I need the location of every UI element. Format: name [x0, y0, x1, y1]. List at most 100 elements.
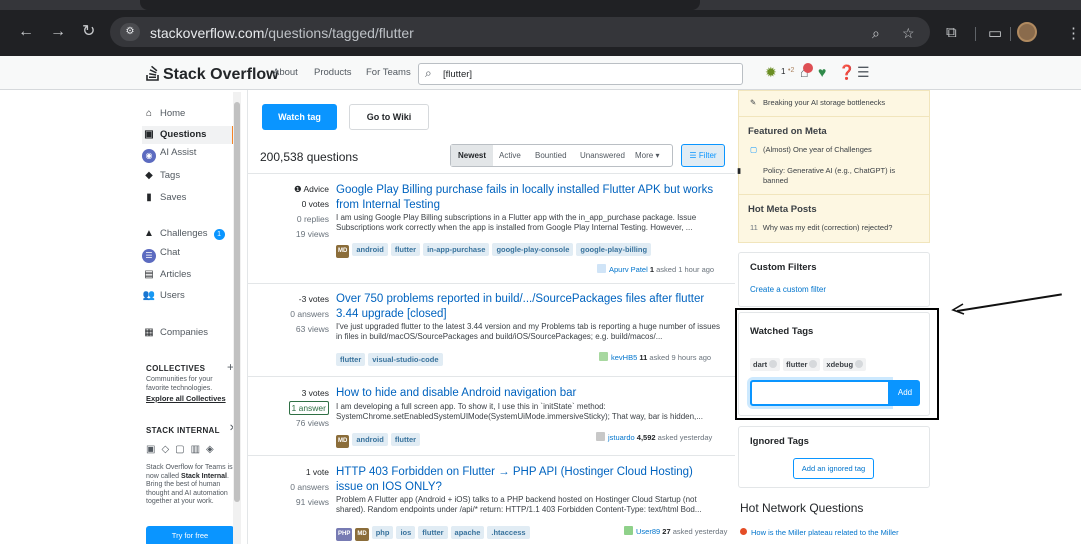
tag-icon-md: MD — [336, 435, 350, 448]
tag-chip[interactable]: apache — [450, 526, 485, 539]
stackoverflow-logo[interactable]: Stack Overflow — [146, 65, 279, 84]
address-bar[interactable]: ⚙ stackoverflow.com/questions/tagged/flu… — [110, 17, 930, 47]
hot-meta-item[interactable]: 11 Why was my edit (correction) rejected? — [750, 223, 920, 233]
about-link[interactable]: About — [273, 67, 298, 78]
site-info-icon[interactable]: ⚙ — [120, 23, 140, 41]
question-stats: -3 votes 0 answers 63 views — [290, 294, 329, 334]
question-title-link[interactable]: Google Play Billing purchase fails in lo… — [336, 183, 716, 213]
tag-chip[interactable]: in-app-purchase — [423, 243, 490, 256]
sidebar-scrollbar[interactable] — [233, 92, 241, 544]
nav-ai-assist[interactable]: ◉ AI Assist — [142, 147, 196, 167]
nav-articles[interactable]: ▤ Articles — [142, 269, 191, 289]
tab-more[interactable]: More ▾ — [635, 151, 659, 160]
nav-chat[interactable]: ☰ Chat — [142, 247, 180, 267]
tab-bountied[interactable]: Bountied — [535, 151, 567, 160]
users-icon: 👥 — [142, 290, 156, 301]
pencil-icon: ✎ — [750, 98, 757, 107]
tag-chip[interactable]: flutter — [390, 243, 421, 256]
ignored-tags-heading: Ignored Tags — [750, 436, 809, 447]
nav-tags[interactable]: ◆ Tags — [142, 170, 180, 190]
chrome-menu-icon[interactable]: ⋮ — [1066, 24, 1081, 42]
nav-questions[interactable]: ▣ Questions — [142, 126, 235, 144]
for-teams-link[interactable]: For Teams — [366, 67, 411, 78]
left-sidebar: ⌂ Home ▣ Questions ◉ AI Assist ◆ Tags ▮ Saves… — [142, 90, 240, 544]
tag-chip[interactable]: google-play-console — [492, 243, 574, 256]
back-icon[interactable]: ← — [18, 24, 34, 40]
question-user: User89 27 asked yesterday — [624, 526, 727, 536]
filter-icon: ☰ — [689, 151, 699, 160]
stack-internal-text: Stack Overflow for Teams is now called S… — [146, 464, 233, 505]
tag-chip[interactable]: google-play-billing — [576, 243, 652, 256]
blog-item[interactable]: ✎ Breaking your AI storage bottlenecks — [750, 98, 920, 108]
stackoverflow-logo-icon — [146, 65, 159, 81]
forward-icon[interactable]: → — [50, 24, 66, 40]
nav-home[interactable]: ⌂ Home — [142, 108, 185, 128]
bookmark-star-icon[interactable]: ☆ — [902, 25, 915, 42]
question-tags: MD android flutter in-app-purchase google-pl… — [336, 239, 654, 258]
search-input[interactable]: ⌕ [flutter] — [418, 63, 743, 85]
custom-filters-widget — [738, 252, 930, 307]
tag-chip[interactable]: flutter — [390, 433, 421, 446]
tag-chip[interactable]: php — [371, 526, 394, 539]
tab-unanswered[interactable]: Unanswered — [580, 151, 625, 160]
reload-icon[interactable]: ↻ — [82, 24, 95, 40]
hot-network-item[interactable]: How is the Miller plateau related to the… — [740, 528, 899, 537]
tag-chip[interactable]: android — [352, 243, 388, 256]
browser-chrome: ← → ↻ ⚙ stackoverflow.com/questions/tagg… — [0, 0, 1081, 56]
reading-list-icon[interactable]: ▭ — [988, 24, 1002, 42]
go-to-wiki-button[interactable]: Go to Wiki — [349, 104, 429, 130]
sort-tabs: Newest Active Bountied Unanswered More ▾ — [450, 144, 673, 167]
tag-chip[interactable]: ios — [396, 526, 416, 539]
tag-chip[interactable]: visual-studio-code — [368, 353, 443, 366]
question-user: jstuardo 4,592 asked yesterday — [596, 432, 712, 442]
nav-companies[interactable]: ▦ Companies — [142, 327, 208, 347]
try-for-free-button[interactable]: Try for free — [146, 526, 234, 544]
avatar — [599, 352, 608, 361]
nav-challenges[interactable]: ▲ Challenges 1 — [142, 228, 225, 248]
bookmark-icon: ▮ — [146, 192, 152, 203]
question-tags: flutter visual-studio-code — [336, 349, 446, 366]
question-title-link[interactable]: How to hide and disable Android navigati… — [336, 386, 716, 401]
explore-collectives-link[interactable]: Explore all Collectives — [146, 394, 226, 403]
site-switcher-icon[interactable]: ☰ — [857, 64, 870, 81]
achievements-icon[interactable]: ✹ — [765, 64, 777, 81]
profile-avatar[interactable] — [1017, 22, 1037, 42]
question-title-link[interactable]: HTTP 403 Forbidden on Flutter → PHP API … — [336, 465, 716, 495]
question-title-link[interactable]: Over 750 problems reported in build/.../… — [336, 292, 716, 322]
zoom-icon[interactable]: ⌕ — [872, 25, 880, 42]
featured-item[interactable]: ▮ Policy: Generative AI (e.g., ChatGPT) i… — [737, 166, 920, 185]
tag-icon-md: MD — [336, 245, 350, 258]
tab-active[interactable]: Active — [499, 151, 521, 160]
home-icon: ⌂ — [145, 108, 153, 119]
watch-tag-button[interactable]: Watch tag — [262, 104, 337, 130]
ai-assist-icon: ◉ — [142, 149, 156, 163]
nav-saves[interactable]: ▮ Saves — [142, 192, 186, 212]
tag-chip[interactable]: flutter — [336, 353, 366, 366]
extensions-icon[interactable]: ⧉ — [946, 24, 957, 41]
so-topbar: Stack Overflow About Products For Teams … — [0, 56, 1081, 90]
featured-item[interactable]: ▢ (Almost) One year of Challenges — [750, 145, 920, 155]
challenges-icon: ▲ — [144, 228, 154, 239]
collectives-text: Communities for your favorite technologi… — [146, 376, 213, 392]
avatar — [597, 264, 606, 273]
tag-chip[interactable]: android — [352, 433, 388, 446]
question-excerpt: I've just upgraded flutter to the latest… — [336, 322, 720, 341]
add-ignored-tag-button[interactable]: Add an ignored tag — [793, 458, 874, 479]
review-icon[interactable]: ♥ — [818, 64, 826, 80]
reputation-count: 1 — [781, 67, 786, 76]
custom-filters-heading: Custom Filters — [750, 262, 817, 273]
filter-button[interactable]: ☰ Filter — [681, 144, 725, 167]
annotation-arrow-head — [951, 303, 965, 315]
products-link[interactable]: Products — [314, 67, 352, 78]
tag-chip[interactable]: flutter — [418, 526, 448, 539]
meta-icon: ▢ — [750, 145, 758, 154]
avatar — [624, 526, 633, 535]
tab-newest[interactable]: Newest — [458, 151, 486, 160]
create-custom-filter-link[interactable]: Create a custom filter — [750, 285, 826, 294]
annotation-arrow — [956, 293, 1062, 312]
nav-users[interactable]: 👥 Users — [142, 290, 185, 310]
question-user: Apurv Patel 1 asked 1 hour ago — [597, 264, 714, 274]
avatar — [596, 432, 605, 441]
tag-chip[interactable]: .htaccess — [487, 526, 530, 539]
help-icon[interactable]: ❓ — [838, 64, 855, 81]
